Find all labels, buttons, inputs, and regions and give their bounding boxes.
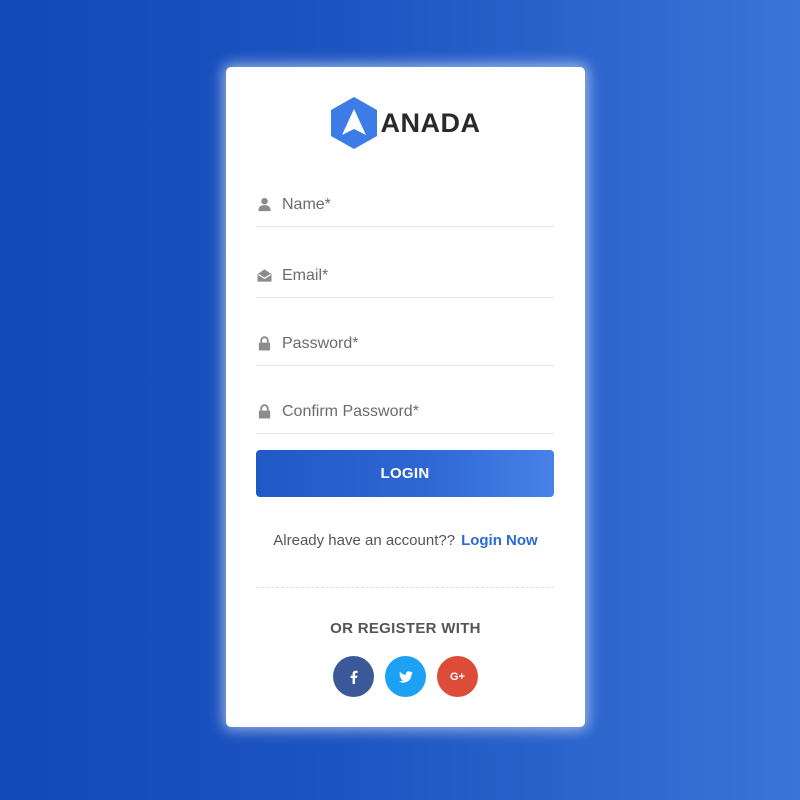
email-field[interactable]	[256, 254, 554, 298]
register-card: ANADA LOGIN Already have an account?? Log…	[226, 67, 585, 727]
password-field[interactable]	[256, 322, 554, 366]
lock-icon	[256, 404, 272, 420]
twitter-button[interactable]	[385, 656, 426, 697]
brand-logo: ANADA	[226, 97, 585, 149]
google-plus-button[interactable]: G+	[437, 656, 478, 697]
social-heading: OR REGISTER WITH	[330, 620, 481, 637]
twitter-icon	[398, 670, 413, 683]
dashed-divider	[256, 587, 554, 588]
envelope-icon	[256, 268, 272, 284]
brand-name: ANADA	[380, 107, 481, 138]
confirm-password-input[interactable]	[282, 396, 542, 427]
lock-icon	[256, 336, 272, 352]
facebook-icon	[350, 670, 358, 684]
account-prompt-text: Already have an account??	[273, 532, 456, 549]
confirm-password-field[interactable]	[256, 390, 554, 434]
email-input[interactable]	[282, 260, 542, 291]
name-input[interactable]	[282, 189, 542, 220]
password-input[interactable]	[282, 328, 542, 359]
anada-logo-icon	[330, 97, 377, 149]
facebook-button[interactable]	[333, 656, 374, 697]
user-icon	[256, 197, 272, 213]
login-button[interactable]: LOGIN	[256, 450, 554, 497]
social-buttons: G+	[226, 656, 585, 697]
name-field[interactable]	[256, 183, 554, 227]
google-plus-icon: G+	[450, 670, 465, 683]
account-prompt: Already have an account?? Login Now	[226, 532, 585, 549]
login-now-link[interactable]: Login Now	[461, 532, 538, 549]
